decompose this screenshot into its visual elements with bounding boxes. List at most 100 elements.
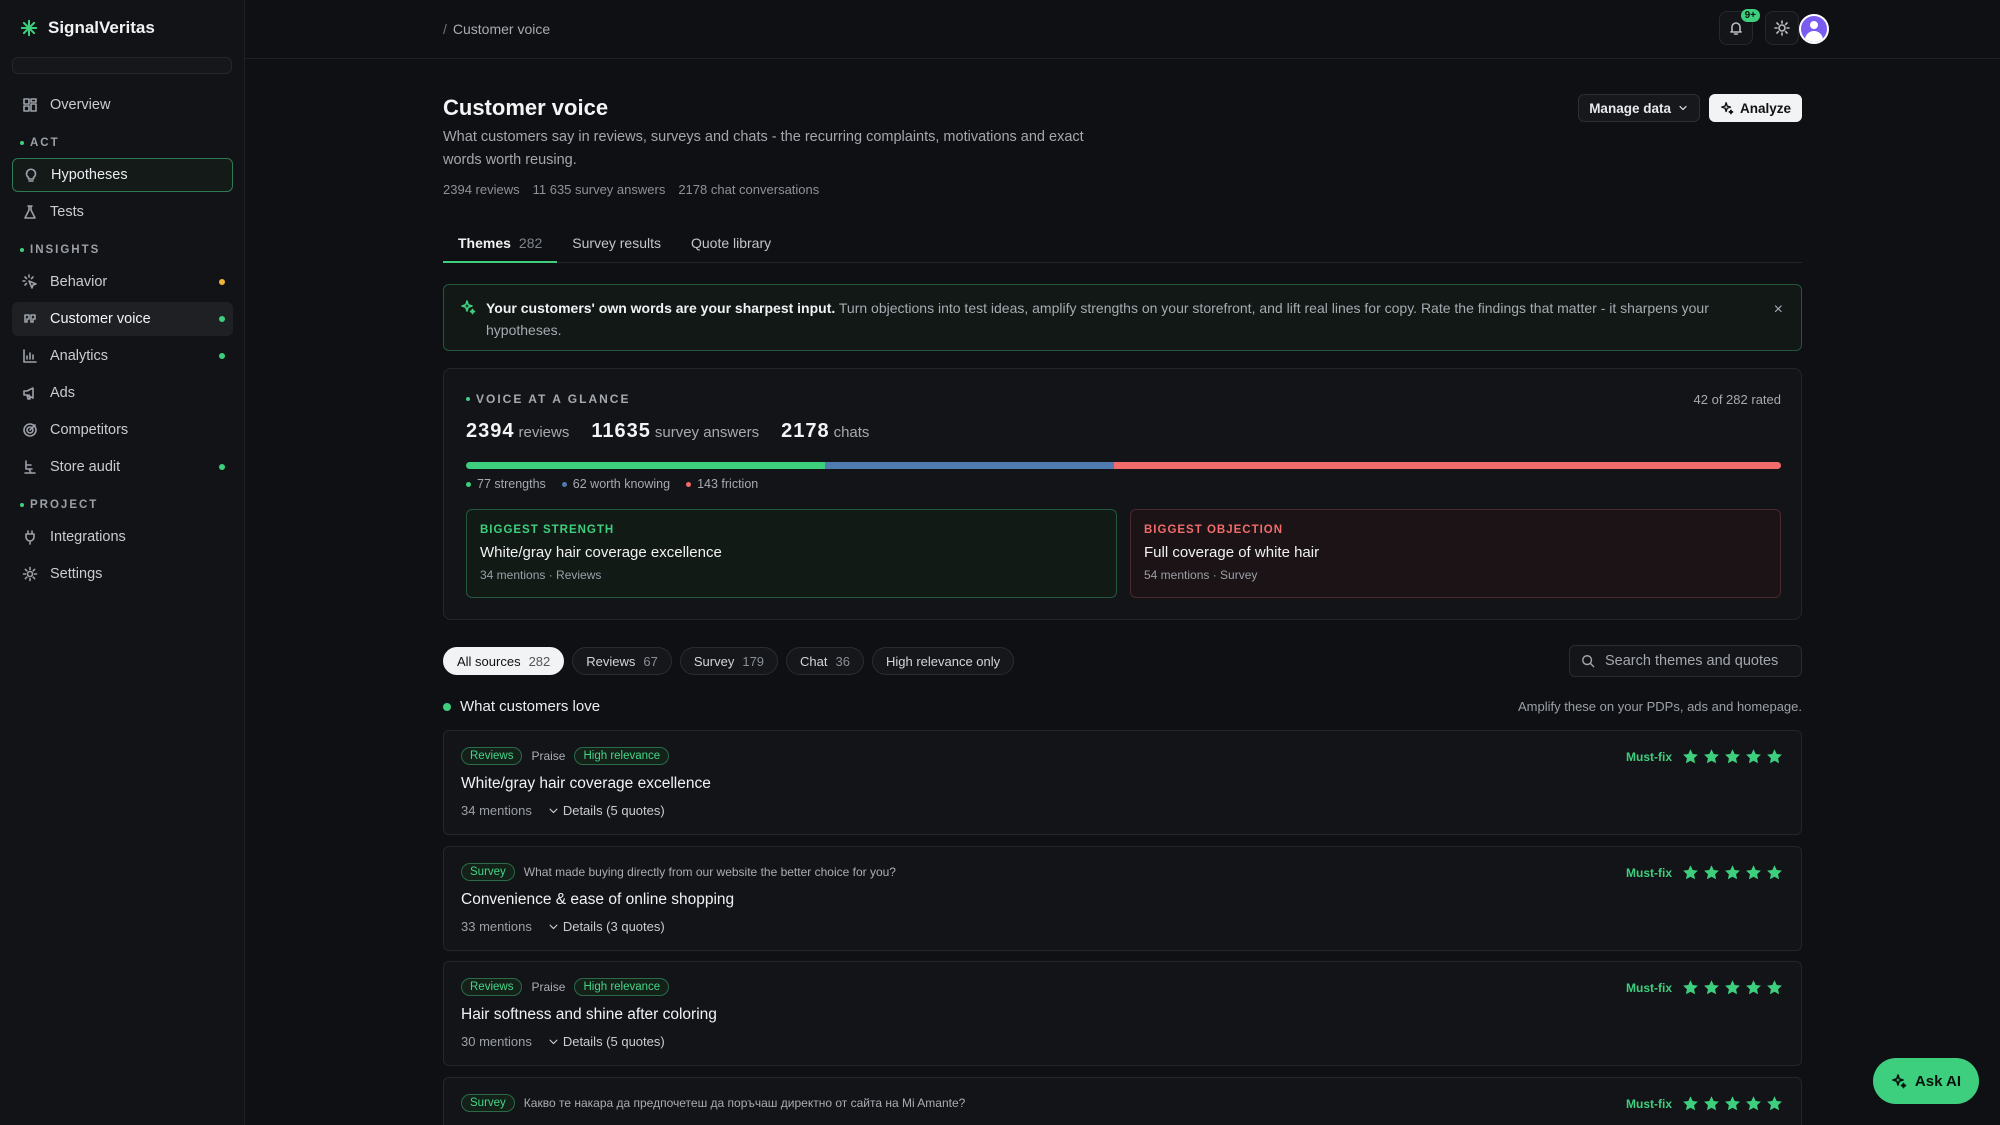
- sidebar-nav: Overview ACT Hypotheses Tests INSIGHTS B…: [12, 88, 233, 594]
- distribution-legend: 77 strengths 62 worth knowing 143 fricti…: [466, 477, 758, 491]
- mentions-count: 30 mentions: [461, 1034, 532, 1049]
- close-icon[interactable]: ×: [1774, 299, 1783, 321]
- star-icon[interactable]: [1745, 748, 1762, 765]
- source-counts: 2394 reviews 11 635 survey answers 2178 …: [443, 182, 819, 197]
- filter-survey[interactable]: Survey 179: [679, 647, 779, 675]
- breadcrumb-separator: /: [443, 21, 447, 37]
- star-icon[interactable]: [1766, 1095, 1783, 1112]
- star-icon[interactable]: [1766, 864, 1783, 881]
- gear-icon: [22, 566, 38, 582]
- star-icon[interactable]: [1745, 979, 1762, 996]
- source-tag: Survey: [461, 863, 515, 881]
- theme-card[interactable]: Survey Какво те накара да предпочетеш да …: [443, 1077, 1802, 1125]
- star-icon[interactable]: [1724, 1095, 1741, 1112]
- star-icon[interactable]: [1703, 1095, 1720, 1112]
- rating-label: Must-fix: [1626, 865, 1672, 880]
- star-icon[interactable]: [1724, 748, 1741, 765]
- theme-card[interactable]: Reviews Praise High relevance Hair softnes…: [443, 961, 1802, 1066]
- section-header: What customers love Amplify these on you…: [443, 698, 1802, 715]
- biggest-strength-card[interactable]: BIGGEST STRENGTH White/gray hair coverag…: [466, 509, 1117, 598]
- rating: Must-fix: [1626, 748, 1783, 765]
- sidebar-item-competitors[interactable]: Competitors: [12, 413, 233, 447]
- banner-headline: Your customers' own words are your sharp…: [486, 300, 836, 316]
- sidebar-item-customer-voice[interactable]: Customer voice: [12, 302, 233, 336]
- sidebar-item-hypotheses[interactable]: Hypotheses: [12, 158, 233, 192]
- sun-icon: [1774, 20, 1790, 36]
- sidebar-item-settings[interactable]: Settings: [12, 557, 233, 591]
- star-icon[interactable]: [1682, 1095, 1699, 1112]
- theme-toggle-button[interactable]: [1765, 11, 1799, 45]
- details-toggle[interactable]: Details (5 quotes): [548, 803, 665, 818]
- sidebar-item-label: Ads: [50, 385, 75, 401]
- section-label-insights: INSIGHTS: [20, 239, 233, 261]
- star-icon[interactable]: [1682, 748, 1699, 765]
- topbar: / Customer voice 9+: [245, 0, 2000, 59]
- star-icon[interactable]: [1745, 864, 1762, 881]
- filter-chat[interactable]: Chat 36: [786, 647, 864, 675]
- source-tag: Survey: [461, 1094, 515, 1112]
- sidebar-item-tests[interactable]: Tests: [12, 195, 233, 229]
- bar-chart-icon: [23, 349, 37, 363]
- section-dot: [443, 702, 451, 711]
- relevance-tag: High relevance: [574, 978, 670, 996]
- filter-all-sources[interactable]: All sources 282: [443, 647, 565, 675]
- rating-label: Must-fix: [1626, 1096, 1672, 1111]
- stat-reviews-unit: reviews: [518, 424, 570, 441]
- analyze-button[interactable]: Analyze: [1708, 94, 1802, 122]
- ask-ai-button[interactable]: Ask AI: [1873, 1058, 1979, 1104]
- voice-at-a-glance-card: VOICE AT A GLANCE 42 of 282 rated 2394 re…: [443, 368, 1802, 620]
- rating-label: Must-fix: [1626, 980, 1672, 995]
- details-toggle[interactable]: Details (3 quotes): [548, 919, 665, 934]
- sidebar-item-overview[interactable]: Overview: [12, 88, 233, 122]
- tab-survey-results[interactable]: Survey results: [557, 230, 676, 263]
- star-icon[interactable]: [1745, 1095, 1762, 1112]
- avatar[interactable]: [1799, 14, 1829, 44]
- legend-friction: 143 friction: [686, 477, 758, 491]
- status-dot-ok: [219, 464, 225, 470]
- sidebar-search-input[interactable]: [12, 57, 232, 74]
- sidebar: SignalVeritas Overview ACT Hypotheses Te…: [0, 0, 245, 1125]
- sidebar-item-integrations[interactable]: Integrations: [12, 520, 233, 554]
- star-icon[interactable]: [1766, 748, 1783, 765]
- chevron-down-icon: [1679, 105, 1687, 111]
- brand[interactable]: SignalVeritas: [20, 18, 155, 38]
- biggest-objection-card[interactable]: BIGGEST OBJECTION Full coverage of white…: [1130, 509, 1781, 598]
- star-icon[interactable]: [1703, 748, 1720, 765]
- star-icon[interactable]: [1703, 864, 1720, 881]
- filter-reviews[interactable]: Reviews 67: [572, 647, 672, 675]
- glance-stats: 2394 reviews 11635 survey answers 2178 chat…: [466, 420, 869, 443]
- objection-meta: 54 mentions · Survey: [1144, 568, 1258, 582]
- notifications-button[interactable]: 9+: [1719, 9, 1760, 45]
- filter-high-relevance[interactable]: High relevance only: [871, 647, 1015, 675]
- star-icon[interactable]: [1703, 979, 1720, 996]
- search-icon: [1582, 655, 1595, 668]
- search-input[interactable]: Search themes and quotes: [1569, 645, 1802, 677]
- source-tag: Reviews: [461, 978, 523, 996]
- tab-quote-library[interactable]: Quote library: [676, 230, 786, 263]
- details-toggle[interactable]: Details (5 quotes): [548, 1034, 665, 1049]
- app-name: SignalVeritas: [48, 18, 155, 37]
- strength-kicker: BIGGEST STRENGTH: [480, 524, 615, 536]
- manage-data-button[interactable]: Manage data: [1578, 94, 1700, 122]
- star-icon[interactable]: [1766, 979, 1783, 996]
- rating: Must-fix: [1626, 864, 1783, 881]
- sidebar-item-store-audit[interactable]: Store audit: [12, 450, 233, 484]
- status-dot-ok: [219, 353, 225, 359]
- star-icon[interactable]: [1682, 864, 1699, 881]
- survey-count: 11 635 survey answers: [532, 182, 666, 197]
- plug-icon: [25, 530, 35, 545]
- theme-card[interactable]: Survey What made buying directly from our…: [443, 846, 1802, 951]
- sidebar-item-analytics[interactable]: Analytics: [12, 339, 233, 373]
- info-banner: Your customers' own words are your sharp…: [443, 284, 1802, 351]
- star-icon[interactable]: [1724, 979, 1741, 996]
- tab-themes[interactable]: Themes 282: [443, 230, 558, 263]
- star-icon[interactable]: [1682, 979, 1699, 996]
- sidebar-item-behavior[interactable]: Behavior: [12, 265, 233, 299]
- target-icon: [23, 423, 37, 437]
- sidebar-item-ads[interactable]: Ads: [12, 376, 233, 410]
- sidebar-item-label: Customer voice: [50, 311, 151, 327]
- tab-bar: Themes 282 Survey results Quote library: [443, 230, 1802, 263]
- star-icon[interactable]: [1724, 864, 1741, 881]
- theme-card[interactable]: Reviews Praise High relevance White/gray h…: [443, 730, 1802, 835]
- stat-survey-unit: survey answers: [654, 424, 760, 441]
